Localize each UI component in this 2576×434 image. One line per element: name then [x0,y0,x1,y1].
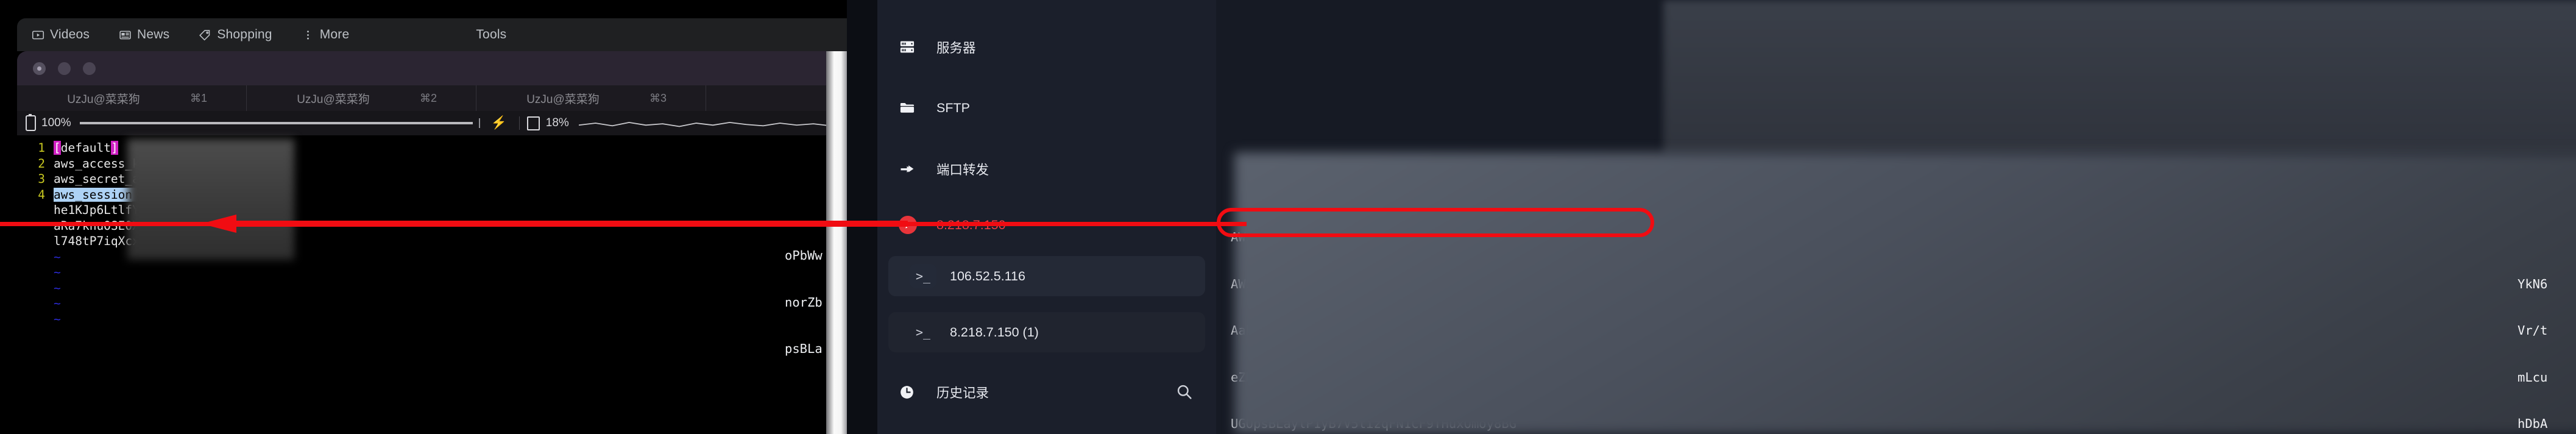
nav-item-label: News [137,27,170,41]
clipped-token-fragments-mid: oPbWw norZb psBLa [785,217,830,388]
terminal-tab-3[interactable]: UzJu@菜菜狗 ⌘3 [476,85,706,111]
ssh-client-pane: AWS_LAMBDA_FUNCTION_VERSION=$LATEST AWS_… [847,0,2576,434]
ssh-sidebar: 服务器 SFTP 端口转发 8.218. [877,0,1216,434]
nav-item-label: More [319,27,350,41]
fragment-line [2518,230,2563,246]
traffic-light-zoom[interactable] [83,62,96,75]
editor-line-empty: ~ [17,265,914,280]
sidebar-item-label: SFTP [936,100,970,115]
nav-item-label: Tools [476,27,507,41]
empty-line-marker: ~ [54,249,61,264]
tab-title: UzJu@菜菜狗 [297,93,370,106]
sidebar-item-label: 历史记录 [936,385,989,400]
terminal-icon: >_ [915,325,931,340]
nav-item-label: Videos [50,27,90,41]
empty-line-marker: ~ [54,296,61,310]
tab-title: UzJu@菜菜狗 [526,93,600,106]
terminal-titlebar [17,51,914,85]
window-scroll-gutter[interactable] [826,51,847,434]
tab-shortcut: ⌘1 [190,91,208,104]
sidebar-item-label: 服务器 [936,40,976,55]
redaction-blur-overlay [127,139,294,260]
clock-icon [899,383,923,401]
fragment-line: Vr/t [2518,323,2548,338]
annotation-red-oval-session-token [1217,208,1654,237]
news-icon [119,29,132,41]
terminal-tab-1[interactable]: UzJu@菜菜狗 ⌘1 [17,85,247,111]
annotation-red-arrow [201,215,908,233]
kebab-menu-icon [302,29,314,41]
nav-item-label: Shopping [217,27,272,41]
nav-item-shopping[interactable]: Shopping [184,27,286,42]
sidebar-item-label: 端口转发 [936,162,989,177]
tab-shortcut: ⌘2 [420,91,437,104]
sidebar-item-history[interactable]: 历史记录 [877,372,1216,412]
fragment-line: oPbWw [785,248,823,263]
video-icon [32,29,44,41]
nav-item-more[interactable]: More [287,27,364,42]
cpu-icon [526,116,540,130]
sidebar-item-servers[interactable]: 服务器 [877,27,1216,67]
editor-line-empty: ~ [17,280,914,296]
port-forward-icon [899,160,923,178]
sidebar-item-sftp[interactable]: SFTP [877,88,1216,128]
terminal-tab-bar: UzJu@菜菜狗 ⌘1 UzJu@菜菜狗 ⌘2 UzJu@菜菜狗 ⌘3 [17,85,914,111]
sidebar-item-session-106-52-5-116[interactable]: >_ 106.52.5.116 [888,256,1205,296]
fragment-line: mLcu [2518,369,2548,385]
battery-label: 100% [41,116,71,129]
battery-status: 100% [26,114,71,131]
status-divider [518,116,520,130]
tab-title: UzJu@菜菜狗 [67,93,140,106]
empty-line-marker: ~ [54,311,61,326]
fragment-line: hDbA [2518,416,2548,431]
nav-item-videos[interactable]: Videos [17,27,104,42]
terminal-status-bar: 100% ⚡ 18% [17,111,914,135]
profile-name: default [60,141,111,155]
fragment-line: psBLa [785,341,823,356]
sidebar-item-label: 8.218.7.150 (1) [950,324,1039,340]
empty-line-marker: ~ [54,265,61,279]
tag-icon [199,29,211,41]
bolt-icon: ⚡ [490,116,507,130]
line-number: 1 [38,141,45,155]
sidebar-item-session-8-218-7-150-1[interactable]: >_ 8.218.7.150 (1) [888,312,1205,352]
fragment-line: YkN6 [2518,276,2548,291]
sidebar-item-port-forwarding[interactable]: 端口转发 [877,149,1216,189]
line-text: [default] [54,140,118,156]
line-number: 2 [38,156,45,171]
editor-line-empty: ~ [17,311,914,327]
blurred-overlay-main [1234,152,2576,434]
blurred-overlay-top [1663,0,2576,155]
nav-item-tools[interactable]: Tools [461,27,521,42]
fragment-line: norZb [785,294,823,310]
clipped-token-fragments-right: YkN6 Vr/t mLcu hDbA [2518,199,2563,434]
empty-line-marker: ~ [54,280,61,295]
line-number: 4 [38,187,45,202]
traffic-light-minimize[interactable] [58,62,71,75]
line-number: 3 [38,172,45,186]
battery-bar-tick [478,118,480,128]
battery-progress-bar [79,122,473,124]
search-icon[interactable] [1175,383,1193,404]
screenshot-root: Videos News Shopping More Tools UzJu@菜菜狗… [0,0,2576,434]
terminal-tab-2[interactable]: UzJu@菜菜狗 ⌘2 [247,85,476,111]
traffic-light-close[interactable] [33,62,46,75]
browser-nav-bar: Videos News Shopping More Tools [17,18,914,51]
server-icon [899,38,923,56]
nav-item-news[interactable]: News [104,27,184,42]
folder-icon [899,99,923,117]
sidebar-item-label: 106.52.5.116 [950,268,1025,283]
tab-shortcut: ⌘3 [649,91,667,104]
battery-icon [26,114,36,131]
cpu-label: 18% [545,116,569,129]
bracket-open: [ [54,141,61,155]
terminal-icon: >_ [910,264,936,288]
editor-line-empty: ~ [17,296,914,311]
bracket-close: ] [110,141,118,155]
